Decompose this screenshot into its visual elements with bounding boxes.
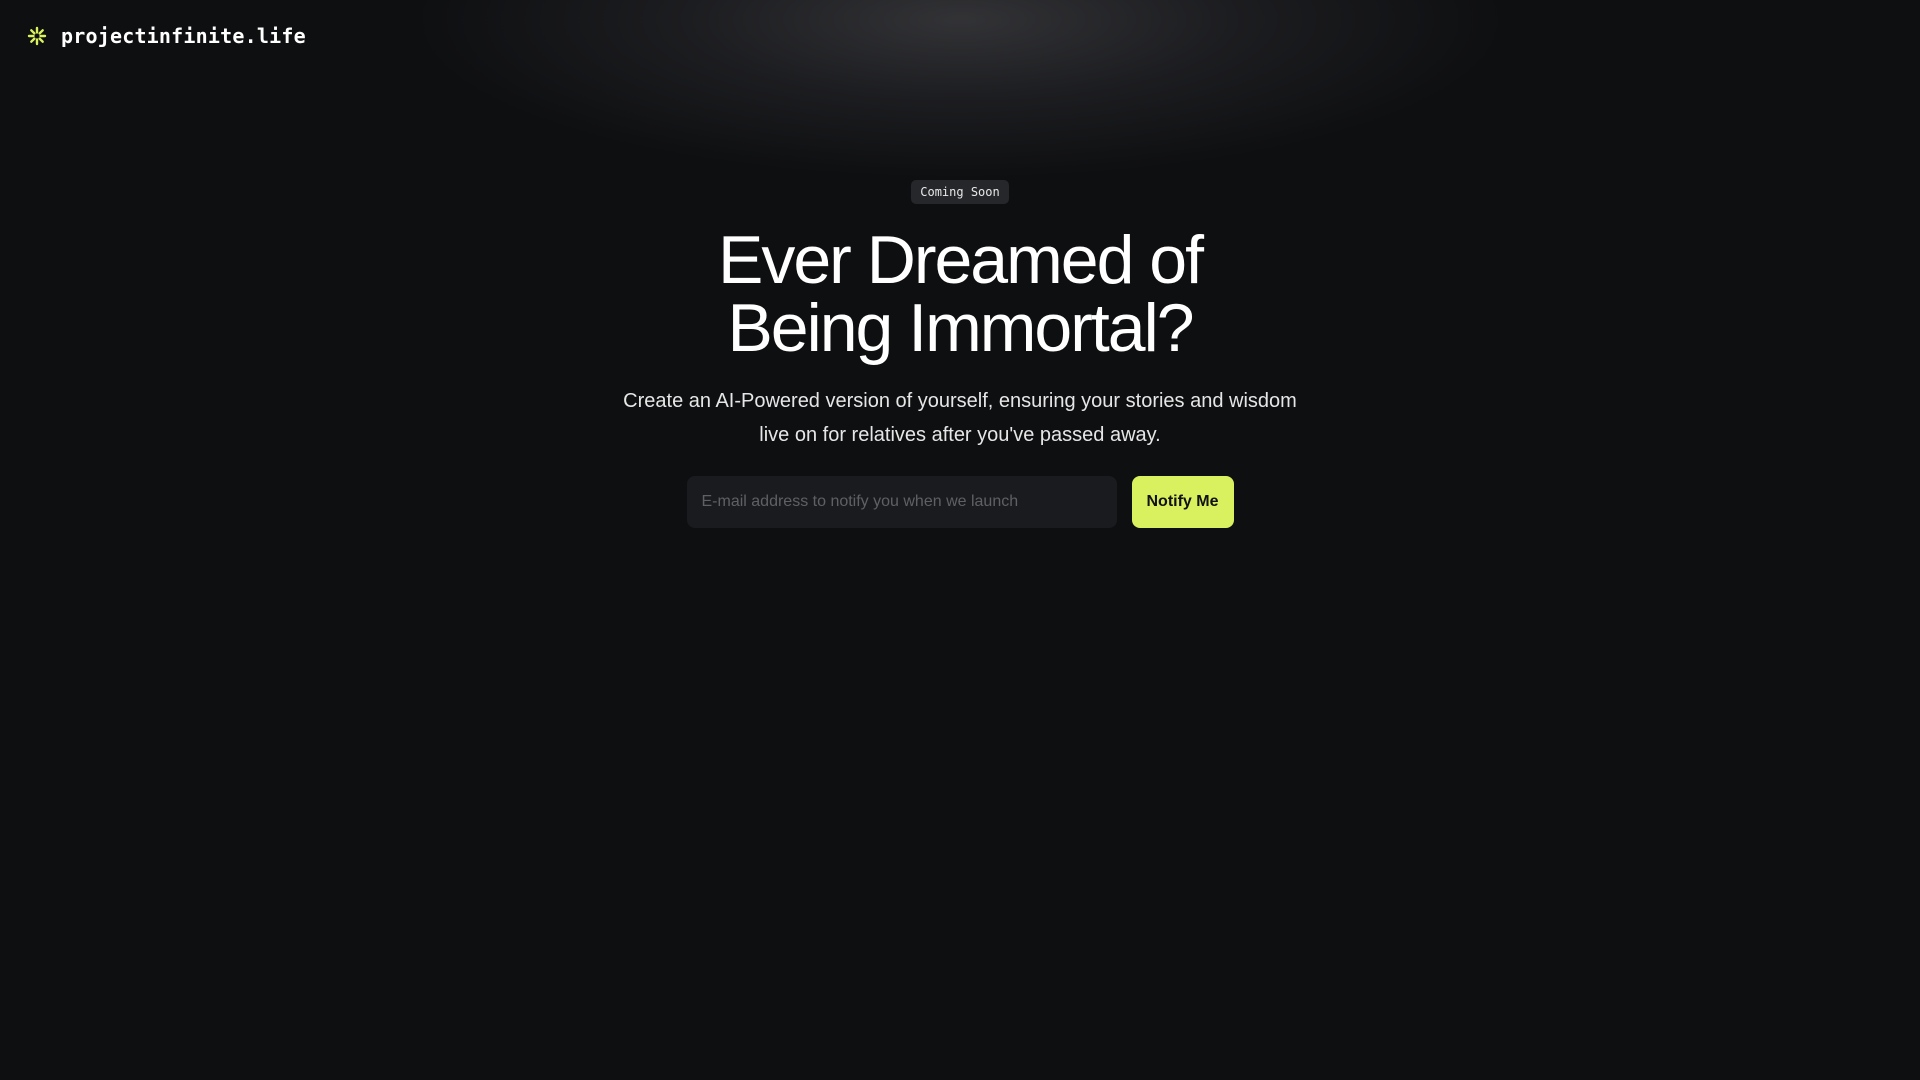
- notify-me-button[interactable]: Notify Me: [1131, 476, 1234, 528]
- brand-name: projectinfinite.life: [61, 24, 306, 48]
- brand[interactable]: projectinfinite.life: [27, 24, 306, 48]
- coming-soon-badge: Coming Soon: [911, 180, 1009, 204]
- email-input[interactable]: [686, 476, 1117, 528]
- hero-section: Coming Soon Ever Dreamed of Being Immort…: [0, 180, 1920, 528]
- landing-page: projectinfinite.life Coming Soon Ever Dr…: [0, 0, 1920, 1080]
- headline-line-1: Ever Dreamed of: [718, 222, 1204, 298]
- asterisk-logo-icon: [27, 26, 47, 46]
- background-glow: [410, 0, 1510, 180]
- signup-form: Notify Me: [686, 476, 1234, 528]
- headline-line-2: Being Immortal?: [727, 290, 1194, 366]
- headline: Ever Dreamed of Being Immortal?: [718, 222, 1204, 366]
- subtitle: Create an AI-Powered version of yourself…: [623, 390, 1297, 446]
